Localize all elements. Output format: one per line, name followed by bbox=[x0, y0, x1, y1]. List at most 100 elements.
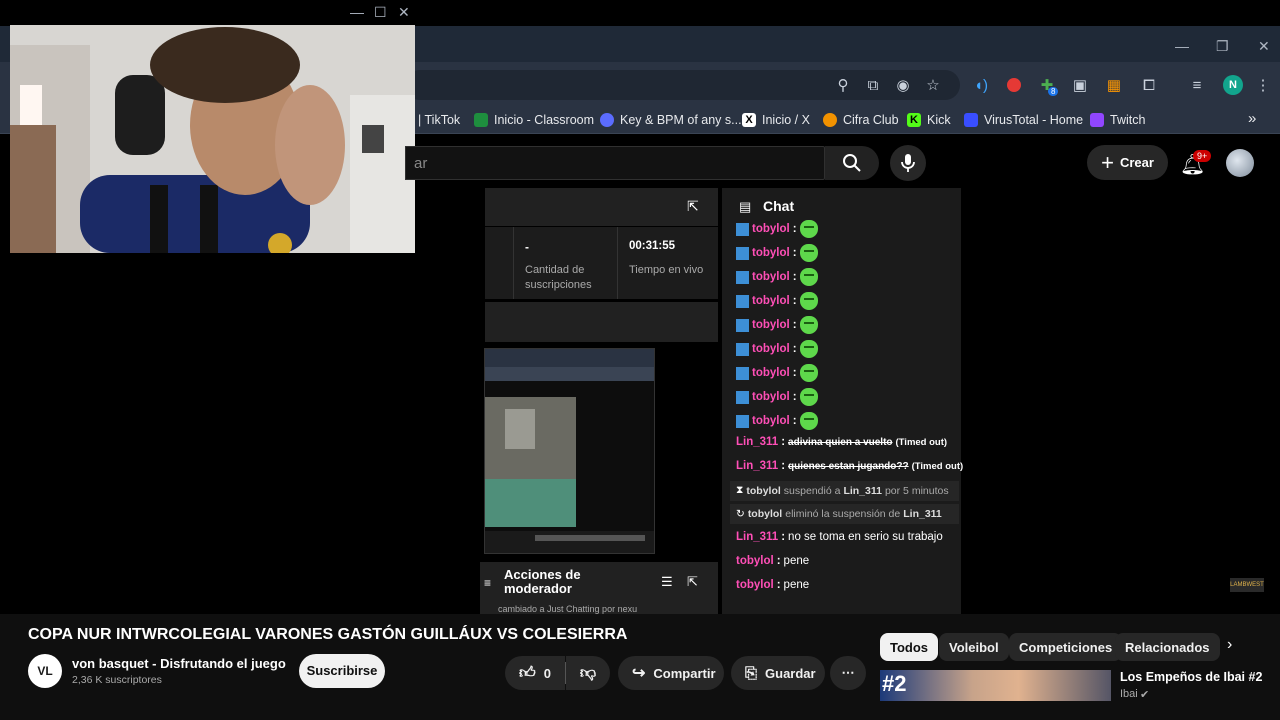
chat-username[interactable]: tobylol bbox=[752, 415, 790, 427]
browser-minimize-button[interactable]: — bbox=[1175, 36, 1189, 56]
bookmark-key-bpm[interactable]: Key & BPM of any s... bbox=[600, 112, 742, 128]
filter-icon[interactable]: ☰ bbox=[661, 574, 673, 590]
create-button[interactable]: + Crear bbox=[1087, 145, 1168, 180]
chat-username[interactable]: tobylol bbox=[736, 579, 774, 591]
recommended-title[interactable]: Los Empeños de Ibai #2 bbox=[1120, 670, 1262, 684]
suspension-message: ⧗ tobylol suspendió a Lin_311 por 5 minu… bbox=[736, 484, 949, 497]
share-button[interactable]: ↪ Compartir bbox=[618, 656, 724, 690]
bookmark-virustotal[interactable]: VirusTotal - Home bbox=[964, 112, 1083, 128]
camera-close-button[interactable]: ✕ bbox=[398, 2, 410, 22]
install-app-icon[interactable]: ⧉ bbox=[862, 74, 884, 96]
chat-username[interactable]: Lin_311 bbox=[736, 436, 778, 448]
voice-search-button[interactable] bbox=[890, 145, 926, 181]
bookmark-cifra-club[interactable]: Cifra Club bbox=[823, 112, 899, 128]
bookmarks-more-icon[interactable]: » bbox=[1248, 110, 1256, 127]
chat-separator: : bbox=[792, 415, 797, 427]
bookmark-star-icon[interactable]: ☆ bbox=[922, 74, 944, 96]
like-button[interactable]: 👍︎ 0 bbox=[505, 656, 565, 690]
save-button[interactable]: ⎘ Guardar bbox=[731, 656, 825, 690]
chat-username[interactable]: tobylol bbox=[752, 319, 790, 331]
picture-in-picture-icon[interactable]: ▣ bbox=[1069, 74, 1091, 96]
chat-username[interactable]: tobylol bbox=[752, 295, 790, 307]
hourglass-icon: ⧗ bbox=[736, 484, 744, 496]
chip-competiciones[interactable]: Competiciones bbox=[1009, 633, 1123, 661]
mod-actions-title: Acciones de bbox=[504, 567, 581, 582]
chat-emote-message: tobylol: bbox=[736, 388, 818, 406]
chip-voleibol[interactable]: Voleibol bbox=[939, 633, 1009, 661]
channel-avatar[interactable]: VL bbox=[28, 654, 62, 688]
chat-separator: : bbox=[792, 247, 797, 259]
channel-name[interactable]: von basquet - Disfrutando el juego bbox=[72, 656, 286, 671]
browser-restore-button[interactable]: ❐ bbox=[1216, 36, 1229, 56]
chat-message: Lin_311: adivina quien a vuelto (Timed o… bbox=[736, 436, 948, 448]
pepe-emote-icon bbox=[799, 340, 818, 358]
subscriptions-label: Cantidad de bbox=[525, 264, 585, 276]
bookmark-classroom[interactable]: Inicio - Classroom bbox=[474, 112, 594, 128]
moderator-badge-icon bbox=[736, 270, 749, 284]
more-actions-button[interactable]: ⋯ bbox=[830, 656, 866, 690]
chat-username[interactable]: tobylol bbox=[752, 391, 790, 403]
chat-emote-message: tobylol: bbox=[736, 220, 818, 238]
chat-emote-message: tobylol: bbox=[736, 244, 818, 262]
chat-username[interactable]: tobylol bbox=[752, 223, 790, 235]
chat-emote-message: tobylol: bbox=[736, 292, 818, 310]
moderator-badge-icon bbox=[736, 390, 749, 404]
chat-username[interactable]: tobylol bbox=[752, 367, 790, 379]
youtube-search-button[interactable] bbox=[825, 146, 879, 180]
subscribe-button[interactable]: Suscribirse bbox=[299, 654, 385, 688]
stream-preview[interactable] bbox=[484, 348, 655, 554]
reading-list-icon[interactable]: ≡ bbox=[1186, 74, 1208, 96]
pepe-emote-icon bbox=[799, 364, 818, 382]
mod-action-entry: cambiado a Just Chatting por nexu bbox=[498, 604, 638, 614]
extensions-puzzle-icon[interactable]: ⧠ bbox=[1138, 74, 1160, 96]
thumbnail-text: #2 bbox=[882, 671, 907, 696]
menu-lines-icon[interactable]: ≡ bbox=[484, 576, 491, 590]
camera-minimize-button[interactable]: — bbox=[350, 2, 364, 22]
recommended-thumbnail[interactable]: #2 bbox=[880, 670, 1111, 701]
chat-username[interactable]: Lin_311 bbox=[736, 460, 778, 472]
moderator-badge-icon bbox=[736, 294, 749, 308]
browser-menu-icon[interactable]: ⋮ bbox=[1252, 74, 1274, 96]
color-extension-icon[interactable]: ▦ bbox=[1103, 74, 1125, 96]
popout-icon[interactable]: ⇱ bbox=[687, 198, 699, 215]
bookmark-kick[interactable]: K Kick bbox=[907, 112, 951, 128]
search-icon bbox=[843, 154, 861, 172]
bookmark-twitch[interactable]: Twitch bbox=[1090, 112, 1145, 128]
audio-extension-icon[interactable]: ◖) bbox=[970, 74, 992, 96]
chat-username[interactable]: Lin_311 bbox=[736, 531, 778, 543]
youtube-search-input[interactable]: ar bbox=[405, 146, 825, 180]
stats-divider bbox=[617, 227, 618, 299]
video-title: COPA NUR INTWRCOLEGIAL VARONES GASTÓN GU… bbox=[28, 626, 628, 643]
eye-icon[interactable]: ◉ bbox=[892, 74, 914, 96]
notifications-badge: 9+ bbox=[1193, 150, 1212, 162]
sys-actor: tobylol bbox=[746, 484, 781, 497]
record-extension-icon[interactable] bbox=[1003, 74, 1025, 96]
dislike-button[interactable]: 👎︎ bbox=[566, 656, 610, 690]
chat-username[interactable]: tobylol bbox=[736, 555, 774, 567]
zoom-icon[interactable]: ⚲ bbox=[832, 74, 854, 96]
thumbs-up-icon: 👍︎ bbox=[519, 664, 536, 682]
plus-icon: + bbox=[1101, 149, 1114, 175]
chat-username[interactable]: tobylol bbox=[752, 271, 790, 283]
chat-title: Chat bbox=[763, 198, 795, 214]
stream-panel-header bbox=[485, 188, 718, 226]
bookmark-tiktok[interactable]: | TikTok bbox=[418, 112, 460, 128]
virustotal-icon bbox=[964, 113, 978, 127]
profile-avatar[interactable]: N bbox=[1223, 75, 1243, 95]
chat-text: quienes estan jugando?? bbox=[788, 460, 909, 472]
chip-todos[interactable]: Todos bbox=[880, 633, 939, 661]
chevron-right-icon[interactable]: › bbox=[1227, 636, 1232, 654]
recommended-channel[interactable]: Ibai bbox=[1120, 688, 1138, 700]
mod-popout-icon[interactable]: ⇱ bbox=[687, 574, 698, 590]
chat-username[interactable]: tobylol bbox=[752, 343, 790, 355]
pepe-emote-icon bbox=[799, 220, 818, 238]
browser-close-button[interactable]: ✕ bbox=[1258, 36, 1270, 56]
chip-relacionados[interactable]: Relacionados bbox=[1115, 633, 1220, 661]
bookmark-x[interactable]: X Inicio / X bbox=[742, 112, 810, 128]
camera-maximize-button[interactable]: ☐ bbox=[374, 2, 387, 22]
chat-username[interactable]: tobylol bbox=[752, 247, 790, 259]
account-avatar[interactable] bbox=[1226, 149, 1254, 177]
sys-action: suspendió a bbox=[783, 484, 841, 497]
subscriber-count: 2,36 K suscriptores bbox=[72, 674, 162, 686]
chat-separator: : bbox=[792, 319, 797, 331]
